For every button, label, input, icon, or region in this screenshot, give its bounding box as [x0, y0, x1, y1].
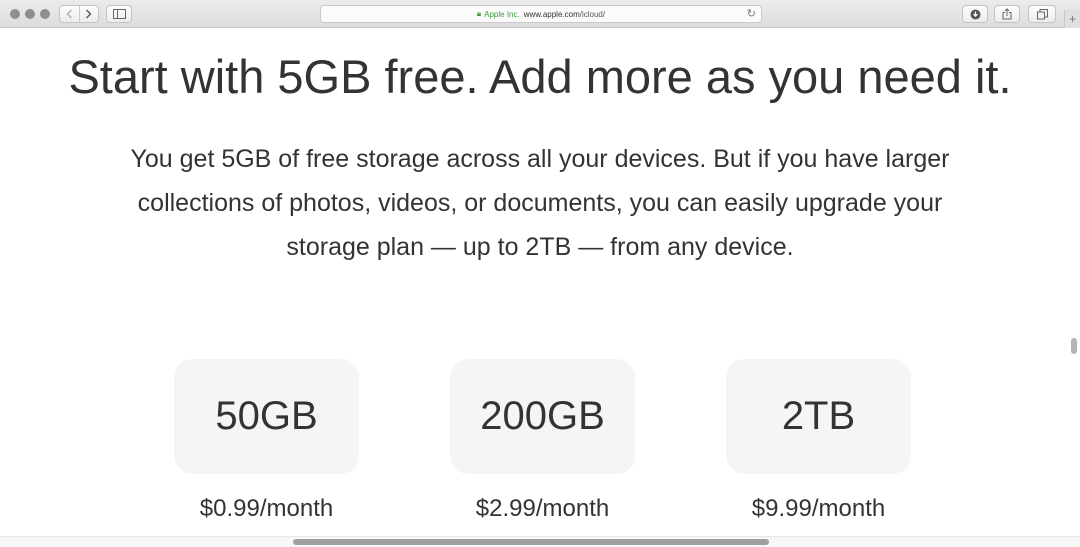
back-icon: [66, 9, 72, 19]
back-button[interactable]: [60, 6, 79, 22]
nav-buttons: [59, 5, 99, 23]
maximize-icon[interactable]: [40, 9, 50, 19]
download-icon: [970, 9, 980, 19]
reload-icon[interactable]: ↻: [747, 8, 756, 20]
plan-price: $9.99/month: [751, 495, 886, 522]
secure-company-label: Apple Inc.: [484, 9, 520, 19]
address-bar[interactable]: 🔒︎ Apple Inc. www.apple.com/icloud/ ↻: [320, 5, 762, 23]
plan-card-2tb: 2TB: [726, 359, 911, 474]
tabs-icon: [1036, 8, 1048, 19]
sidebar-button[interactable]: [106, 5, 132, 23]
forward-icon: [86, 9, 92, 19]
page-headline: Start with 5GB free. Add more as you nee…: [68, 50, 1012, 103]
plan-price: $2.99/month: [475, 495, 610, 522]
show-tabs-button[interactable]: [1028, 5, 1056, 23]
plan-price: $0.99/month: [199, 495, 334, 522]
close-icon[interactable]: [10, 9, 20, 19]
download-button[interactable]: [962, 5, 988, 23]
sidebar-icon: [112, 9, 126, 19]
plan-card-50gb: 50GB: [174, 359, 359, 474]
description-line: storage plan — up to 2TB — from any devi…: [286, 233, 794, 261]
url-domain: www.apple.com: [523, 9, 580, 19]
vertical-scrollbar[interactable]: [1071, 338, 1077, 354]
share-icon: [1002, 8, 1012, 20]
page-description: You get 5GB of free storage across all y…: [80, 137, 1000, 269]
description-line: collections of photos, videos, or docume…: [137, 189, 943, 217]
forward-button[interactable]: [78, 6, 98, 22]
url-path: /icloud/: [579, 9, 606, 19]
plan-card-200gb: 200GB: [450, 359, 635, 474]
new-tab-icon[interactable]: +: [1064, 10, 1080, 28]
lock-icon: 🔒︎: [476, 9, 482, 18]
browser-window: 🔒︎ Apple Inc. www.apple.com/icloud/ ↻ + …: [0, 0, 1080, 547]
page-content: Start with 5GB free. Add more as you nee…: [0, 29, 1068, 547]
share-button[interactable]: [994, 5, 1020, 23]
browser-toolbar: 🔒︎ Apple Inc. www.apple.com/icloud/ ↻: [0, 0, 1080, 28]
minimize-icon[interactable]: [25, 9, 35, 19]
description-line: You get 5GB of free storage across all y…: [130, 145, 950, 173]
horizontal-scrollbar[interactable]: [293, 539, 769, 545]
